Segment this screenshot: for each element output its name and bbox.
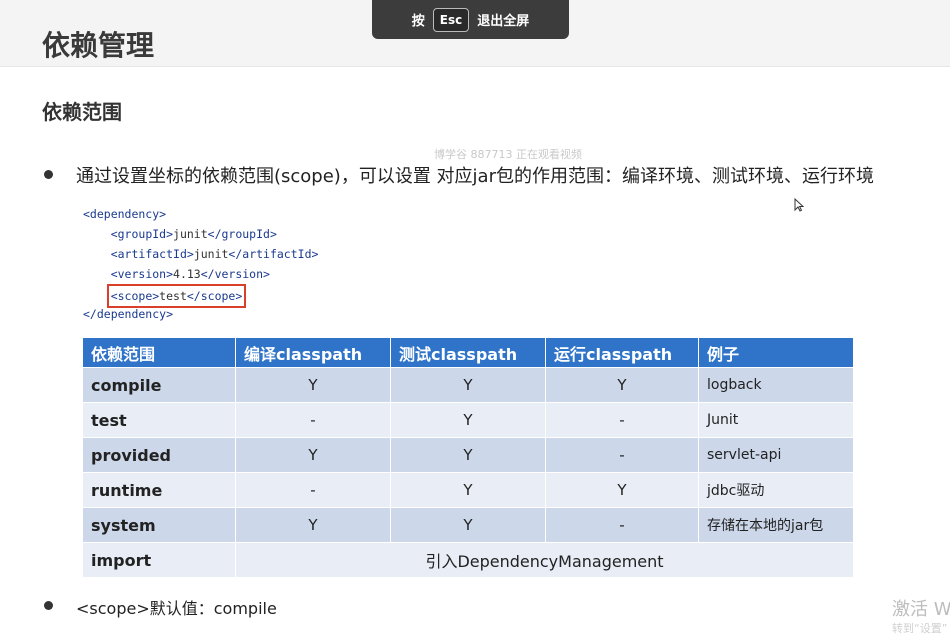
bullet-dot <box>44 601 53 610</box>
runtime-cell: - <box>545 437 699 473</box>
compile-cell: Y <box>235 367 391 403</box>
dependency-scope-table: 依赖范围 编译classpath 测试classpath 运行classpath… <box>82 337 854 578</box>
example-cell: servlet-api <box>698 437 854 473</box>
code-value: junit <box>173 227 208 241</box>
test-cell: Y <box>390 367 546 403</box>
bullet-dot <box>44 170 53 179</box>
column-header: 编译classpath <box>235 337 391 368</box>
test-cell: Y <box>390 437 546 473</box>
code-tag: </dependency> <box>83 307 174 321</box>
table-row: runtime - Y Y jdbc驱动 <box>82 472 854 508</box>
scope-name: import <box>82 542 236 578</box>
press-label: 按 <box>411 14 425 29</box>
code-tag: <groupId> <box>110 227 174 241</box>
compile-cell: - <box>235 402 391 438</box>
activate-windows-watermark: 激活 W <box>892 599 950 620</box>
column-header: 例子 <box>698 337 854 368</box>
table-row: compile Y Y Y logback <box>82 367 854 403</box>
example-cell: logback <box>698 367 854 403</box>
code-tag: </groupId> <box>207 227 277 241</box>
column-header: 依赖范围 <box>82 337 236 368</box>
section-title: 依赖范围 <box>42 100 122 124</box>
compile-cell: Y <box>235 507 391 543</box>
exit-fullscreen-banner[interactable]: 按 Esc 退出全屏 <box>372 0 569 39</box>
code-value: 4.13 <box>173 267 201 281</box>
example-cell: jdbc驱动 <box>698 472 854 508</box>
runtime-cell: Y <box>545 367 699 403</box>
test-cell: Y <box>390 507 546 543</box>
merged-cell: 引入DependencyManagement <box>235 542 854 578</box>
mouse-cursor-icon <box>794 198 804 212</box>
table-row: system Y Y - 存储在本地的jar包 <box>82 507 854 543</box>
example-cell: 存储在本地的jar包 <box>698 507 854 543</box>
activate-windows-sub: 转到“设置” <box>892 622 948 635</box>
runtime-cell: Y <box>545 472 699 508</box>
code-line: <version>4.13</version> <box>83 264 318 284</box>
bullet-default-scope: <scope>默认值：compile <box>76 599 277 618</box>
test-cell: Y <box>390 472 546 508</box>
column-header: 运行classpath <box>545 337 699 368</box>
code-tag: <artifactId> <box>110 247 194 261</box>
code-tag: </scope> <box>186 289 243 303</box>
runtime-cell: - <box>545 507 699 543</box>
code-tag: <scope> <box>110 289 160 303</box>
code-value: test <box>159 289 187 303</box>
table-row: provided Y Y - servlet-api <box>82 437 854 473</box>
compile-cell: - <box>235 472 391 508</box>
test-cell: Y <box>390 402 546 438</box>
code-line: <scope>test</scope> <box>83 284 318 308</box>
compile-cell: Y <box>235 437 391 473</box>
code-line: <groupId>junit</groupId> <box>83 224 318 244</box>
example-cell: Junit <box>698 402 854 438</box>
scope-name: system <box>82 507 236 543</box>
table-row: import 引入DependencyManagement <box>82 542 854 578</box>
table-header-row: 依赖范围 编译classpath 测试classpath 运行classpath… <box>82 337 854 368</box>
code-line: <dependency> <box>83 204 318 224</box>
esc-key[interactable]: Esc <box>432 7 470 32</box>
slide-title: 依赖管理 <box>42 29 155 62</box>
code-tag: <dependency> <box>83 207 167 221</box>
exit-fullscreen-label: 退出全屏 <box>477 14 530 29</box>
code-value: junit <box>193 247 229 261</box>
code-line: <artifactId>junit</artifactId> <box>83 244 319 264</box>
column-header: 测试classpath <box>390 337 546 368</box>
code-tag: </artifactId> <box>228 247 319 261</box>
scope-name: runtime <box>82 472 236 508</box>
code-tag: </version> <box>200 267 270 281</box>
table-row: test - Y - Junit <box>82 402 854 438</box>
bullet-scope-description: 通过设置坐标的依赖范围(scope)，可以设置 对应jar包的作用范围：编译环境… <box>76 166 874 187</box>
scope-name: provided <box>82 437 236 473</box>
dependency-code-block: <dependency> <groupId>junit</groupId> <a… <box>83 204 318 324</box>
scope-name: test <box>82 402 236 438</box>
code-tag: <version> <box>110 267 174 281</box>
runtime-cell: - <box>545 402 699 438</box>
viewer-watermark: 博学谷 887713 正在观看视频 <box>434 148 582 161</box>
scope-name: compile <box>82 367 236 403</box>
